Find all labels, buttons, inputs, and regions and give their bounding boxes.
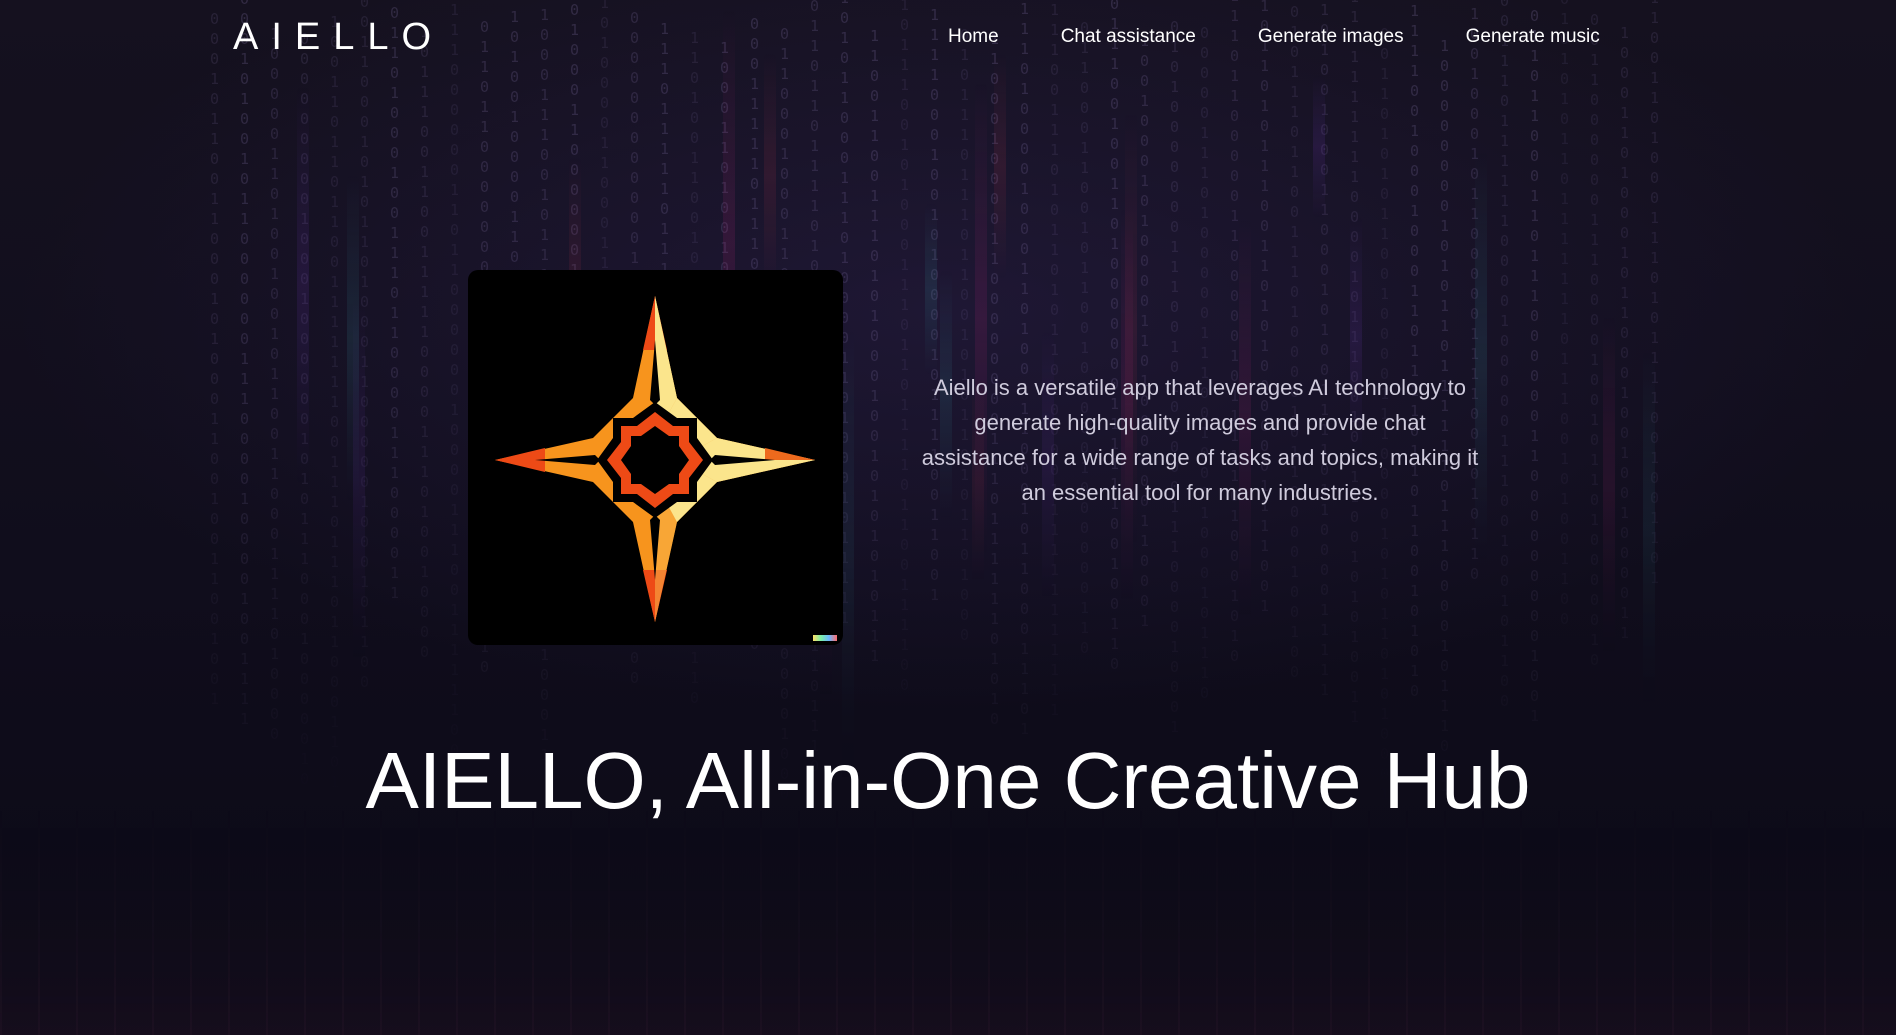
nav-generate-images-link[interactable]: Generate images	[1258, 26, 1404, 48]
binary-column: 0 0 0 0 0 1 1 1 0 1 0 0 0 0 0 1 1 1 0 0 …	[1200, 24, 1210, 702]
hero-headline: AIELLO, All-in-One Creative Hub	[365, 736, 1531, 825]
binary-column: 0 0 0 1 0 1 0 0 1 0 1 1 0 0 0 0 0 0 1 1 …	[240, 0, 250, 728]
background: 0 0 0 1 0 1 1 0 0 1 1 0 0 0 1 0 1 0 0 0 …	[0, 0, 1896, 1035]
binary-column: 0 0 1 1 1 0 1 1 1 1 1 1 0 0 0 0 1 0 0 0 …	[1500, 0, 1510, 710]
hero-description: Aiello is a versatile app that leverages…	[921, 375, 1479, 505]
binary-column: 1 0 0 1 0 0 0 1 0 1 0 0 0 0 1 1 0 1 0 0 …	[1140, 32, 1150, 630]
image-watermark-strip	[813, 635, 837, 641]
binary-column: 1 0 1 1 1 0 0 1 0 1 0 0 0 1 1 1 0 1 1 0 …	[900, 0, 910, 694]
light-streak	[994, 53, 1006, 279]
binary-column: 0 1 0 1 0 1 0 1 1 0 1 1 1 1 1 1 1 0 1 1 …	[1560, 0, 1570, 628]
binary-column: 0 1 1 0 0 0 1 1 0 0 1 0 1 1 0 0 1 0 1 0 …	[1080, 19, 1090, 657]
binary-column: 1 0 0 0 0 0 1 1 0 1 0 0 1 0 0 1 0 1 1 0 …	[270, 25, 280, 743]
site-logo[interactable]: AIELLO	[233, 16, 444, 59]
light-streak	[842, 329, 854, 803]
nav-generate-music-link[interactable]: Generate music	[1466, 26, 1600, 48]
binary-column: 0 0 0 1 0 1 1 0 0 1 1 0 0 0 1 0 1 0 0 0 …	[210, 10, 220, 708]
hero-logo-image	[468, 270, 843, 645]
binary-column: 0 1 1 0 1 1 0 0 0 1 1 0 1 1 1 0 0 0 0 0 …	[1530, 7, 1540, 725]
binary-column: 0 1 1 0 1 0 0 0 1 0 0 1 1 1 0 1 1 0 0 0 …	[390, 4, 400, 602]
main-nav: Home Chat assistance Generate images Gen…	[948, 26, 1600, 48]
light-streak	[764, 53, 776, 296]
binary-column: 0 1 1 1 0 0 1 0 0 1 1 0 1 0 0 0 0 0 0 0 …	[1110, 0, 1120, 673]
binary-column: 1 1 1 0 0 0 0 0 0 1 1 0 1 1 0 0 0 0 0 0 …	[450, 1, 460, 779]
binary-column: 1 0 0 0 1 1 0 1 0 0 0 1 0 1 1 0 0 0 1 0 …	[1620, 24, 1630, 642]
light-streak	[1643, 351, 1655, 708]
binary-column: 1 0 1 0 1 1 1 0 1 1 0 0 1 1 1 0 1 0 0 0 …	[1290, 0, 1300, 681]
binary-column: 1 1 1 1 0 0 1 0 0 0 1 0 0 0 1 1 0 1 1 1 …	[1410, 2, 1420, 700]
light-streak	[353, 297, 365, 663]
binary-column: 1 0 0 1 1 0 1 1 0 1 1 0 0 1 1 1 1 1 1 1 …	[330, 13, 340, 791]
binary-column: 1 1 1 0 1 1 0 0 0 0 0 1 1 0 0 0 0 0 1 0 …	[1230, 0, 1240, 665]
nav-home-link[interactable]: Home	[948, 26, 999, 48]
floor-light-lines	[0, 805, 1896, 1035]
star-logo-icon	[495, 296, 815, 622]
nav-chat-assistance-link[interactable]: Chat assistance	[1061, 26, 1196, 48]
binary-column: 0 0 1 1 0 0 0 0 0 0 1 1 1 0 0 0 0 1 0 0 …	[1590, 11, 1600, 669]
binary-column: 1 0 1 1 1 0 0 1 1 0 0 1 1 1 1 1 0 0 0 0 …	[420, 23, 430, 661]
binary-column: 1 1 0 0 1 1 0 0 1 1 1 0 1 0 1 0 0 0 1 0 …	[870, 27, 880, 665]
binary-column: 1 0 1 1 0 1 0 1 1 1 0 0 1 1 0 1 0 1 0 0 …	[1260, 0, 1270, 615]
light-streak	[1313, 75, 1325, 218]
light-streak	[925, 203, 937, 375]
light-streak	[1603, 316, 1615, 656]
binary-column: 0 1 0 1 1 1 0 1 1 1 0 1 1 0 0 1 0 1 0 1 …	[960, 26, 970, 644]
light-streak	[297, 86, 309, 485]
